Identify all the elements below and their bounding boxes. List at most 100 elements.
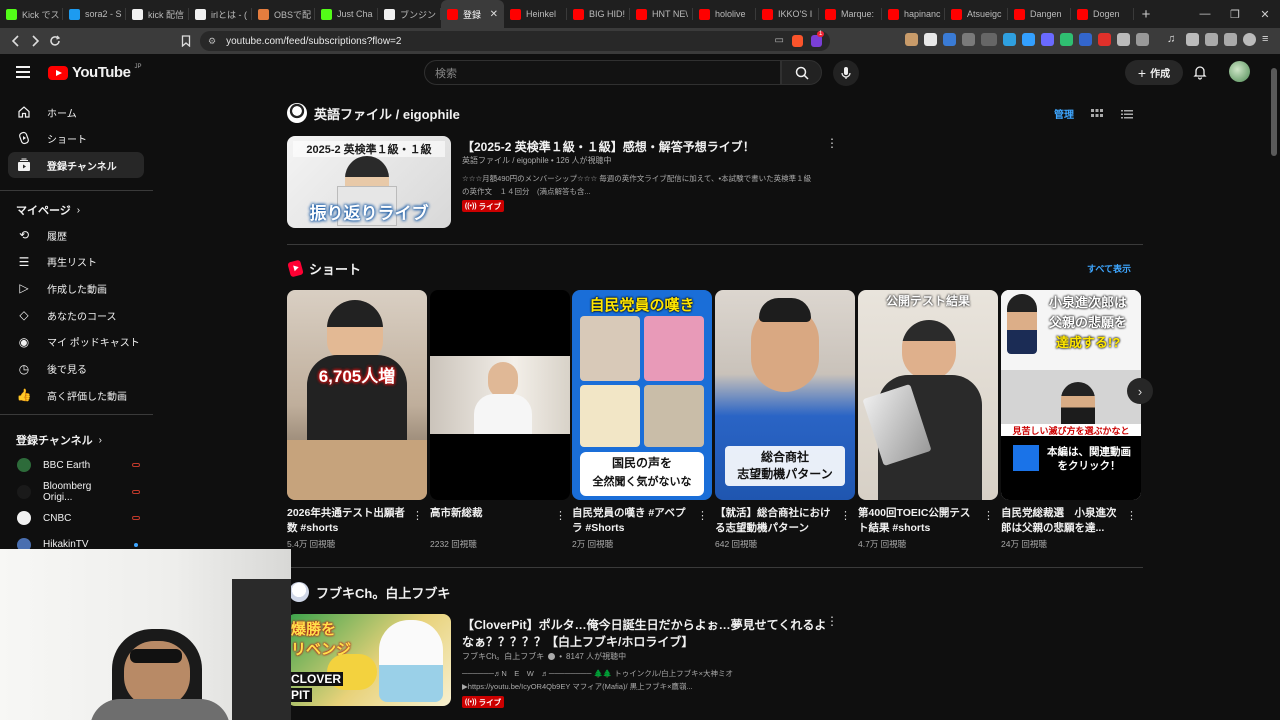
video-title[interactable]: なぁ？？？？？【白上フブキ/ホロライブ】 <box>462 633 693 650</box>
list-view-icon[interactable] <box>1120 107 1134 121</box>
sidebar-toggle-icon[interactable] <box>1186 33 1199 46</box>
video-title[interactable]: 【2025-2 英検準１級・１級】感想・解答予想ライブ！ <box>462 138 755 155</box>
extension-icon[interactable] <box>1060 33 1073 46</box>
see-all-link[interactable]: すべて表示 <box>1087 262 1131 275</box>
short-thumbnail[interactable]: 自民党員の嘆き 国民の声を 全然聞く気がないな <box>572 290 712 500</box>
forward-button[interactable] <box>25 31 45 51</box>
short-thumbnail[interactable]: 総合商社 志望動機パターン <box>715 290 855 500</box>
menu-icon[interactable]: ≡ <box>1262 33 1275 46</box>
back-button[interactable] <box>6 31 26 51</box>
channel-name[interactable]: 英語ファイル / eigophile <box>314 104 460 123</box>
media-icon[interactable]: ♫ <box>1167 33 1180 46</box>
leo-icon[interactable] <box>1224 33 1237 46</box>
page-scrollbar[interactable] <box>1268 54 1280 720</box>
video-menu-button[interactable]: ⋮ <box>826 136 838 150</box>
browser-tab[interactable]: HNT NE\ <box>630 0 693 28</box>
search-input[interactable]: 検索 <box>424 60 781 85</box>
extension-icon[interactable] <box>1003 33 1016 46</box>
carousel-next-button[interactable]: › <box>1127 378 1153 404</box>
vpn-icon[interactable] <box>1243 33 1256 46</box>
extension-icon[interactable] <box>1041 33 1054 46</box>
sidebar-item-liked[interactable]: 👍 高く評価した動画 <box>8 382 144 408</box>
sidebar-item-subscriptions[interactable]: 登録チャンネル <box>8 152 144 178</box>
browser-tab[interactable]: Dangen <box>1008 0 1071 28</box>
extension-icon[interactable] <box>1022 33 1035 46</box>
subscription-item[interactable]: CNBC <box>8 506 144 530</box>
channel-header[interactable]: フブキCh。白上フブキ <box>289 582 450 602</box>
sidebar-item-history[interactable]: ⟲ 履歴 <box>8 222 144 248</box>
browser-tab[interactable]: irlとは - ( <box>189 0 252 28</box>
voice-search-button[interactable] <box>833 60 859 86</box>
short-thumbnail[interactable] <box>430 290 570 500</box>
browser-tab[interactable]: Just Cha <box>315 0 378 28</box>
brave-rewards-icon[interactable]: 1 <box>811 31 825 47</box>
maximize-button[interactable]: ❐ <box>1220 0 1250 28</box>
sidebar-item-playlist[interactable]: ☰ 再生リスト <box>8 249 144 275</box>
browser-tab[interactable]: hololive <box>693 0 756 28</box>
extension-icon[interactable] <box>1098 33 1111 46</box>
video-thumbnail[interactable]: 2025-2 英検準１級・１級 振り返りライブ <box>287 136 451 228</box>
browser-tab[interactable]: Atsueigc <box>945 0 1008 28</box>
video-menu-button[interactable]: ⋮ <box>826 614 838 628</box>
short-title[interactable]: 2026年共通テスト出願者数 #shorts <box>287 506 405 536</box>
grid-view-icon[interactable] <box>1090 107 1104 121</box>
bookmark-button[interactable] <box>176 31 196 51</box>
short-menu-button[interactable]: ⋮ <box>412 509 423 522</box>
manage-link[interactable]: 管理 <box>1054 106 1074 121</box>
short-menu-button[interactable]: ⋮ <box>1126 509 1137 522</box>
video-thumbnail[interactable]: 爆勝を リベンジ CLOVER PIT <box>287 614 451 706</box>
short-title[interactable]: 【就活】総合商社における志望動機パターン <box>715 506 833 536</box>
extension-icon[interactable] <box>924 33 937 46</box>
channel-avatar[interactable] <box>289 582 309 602</box>
browser-tab[interactable]: Dogen <box>1071 0 1134 28</box>
scrollbar-thumb[interactable] <box>1271 68 1277 156</box>
browser-tab[interactable]: Marque: <box>819 0 882 28</box>
wallet-icon[interactable] <box>1205 33 1218 46</box>
browser-tab[interactable]: ブンジン <box>378 0 441 28</box>
sidebar-item-watch-later[interactable]: ◷ 後で見る <box>8 356 144 382</box>
site-settings-icon[interactable]: ⚙ <box>208 36 216 47</box>
channel-header[interactable]: 英語ファイル / eigophile <box>287 103 460 123</box>
short-title[interactable]: 自民党総裁選 小泉進次郎は父親の悲願を達... <box>1001 506 1119 536</box>
account-avatar[interactable] <box>1229 61 1250 82</box>
channel-avatar[interactable] <box>287 103 307 123</box>
browser-tab[interactable]: IKKO'S I <box>756 0 819 28</box>
search-button[interactable] <box>781 60 822 85</box>
extension-icon[interactable] <box>1079 33 1092 46</box>
browser-tab[interactable]: sora2 - S <box>63 0 126 28</box>
short-thumbnail[interactable]: 公開テスト結果 <box>858 290 998 500</box>
notifications-button[interactable] <box>1192 64 1208 80</box>
new-tab-button[interactable]: + <box>1134 0 1158 28</box>
video-title[interactable]: 【CloverPit】ポルタ…俺今日誕生日だからよぉ…夢見せてくれるよ <box>462 616 826 633</box>
browser-tab[interactable]: BIG HID! <box>567 0 630 28</box>
sidebar-item-podcast[interactable]: ◉ マイ ポッドキャスト <box>8 329 144 355</box>
short-title[interactable]: 高市新総裁 <box>430 506 548 521</box>
channel-name[interactable]: フブキCh。白上フブキ <box>316 583 450 602</box>
browser-tab[interactable]: 登録 ✕ <box>441 0 504 28</box>
live-video-card[interactable]: 2025-2 英検準１級・１級 振り返りライブ 【2025-2 英検準１級・１級… <box>287 136 1147 232</box>
sidebar-item-home[interactable]: ホーム <box>8 99 144 125</box>
subscription-item[interactable]: Bloomberg Origi... <box>8 480 144 504</box>
extension-icon[interactable] <box>981 33 997 46</box>
short-menu-button[interactable]: ⋮ <box>697 509 708 522</box>
subscription-item[interactable]: BBC Earth <box>8 453 144 477</box>
sidebar-item-shorts[interactable]: ショート <box>8 125 144 151</box>
short-menu-button[interactable]: ⋮ <box>555 509 566 522</box>
short-menu-button[interactable]: ⋮ <box>983 509 994 522</box>
browser-tab[interactable]: OBSで配 <box>252 0 315 28</box>
create-button[interactable]: + 作成 <box>1125 60 1183 85</box>
extensions-puzzle-icon[interactable] <box>1117 33 1130 46</box>
sidebar-item-courses[interactable]: ◇ あなたのコース <box>8 302 144 328</box>
brave-shield-icon[interactable] <box>792 35 803 47</box>
channel-name-small[interactable]: フブキCh。白上フブキ <box>462 651 544 662</box>
close-window-button[interactable]: ✕ <box>1250 0 1280 28</box>
subscriptions-section-heading[interactable]: 登録チャンネル › <box>16 432 102 448</box>
url-field[interactable]: ⚙ youtube.com/feed/subscriptions?flow=2 … <box>200 31 830 51</box>
extension-icon[interactable] <box>943 33 956 46</box>
guide-menu-icon[interactable] <box>16 66 30 78</box>
youtube-logo[interactable]: YouTube JP <box>48 64 141 81</box>
browser-tab[interactable]: kick 配信 <box>126 0 189 28</box>
extension-icon[interactable] <box>962 33 975 46</box>
cast-icon[interactable]: ▭ <box>775 35 784 47</box>
short-menu-button[interactable]: ⋮ <box>840 509 851 522</box>
